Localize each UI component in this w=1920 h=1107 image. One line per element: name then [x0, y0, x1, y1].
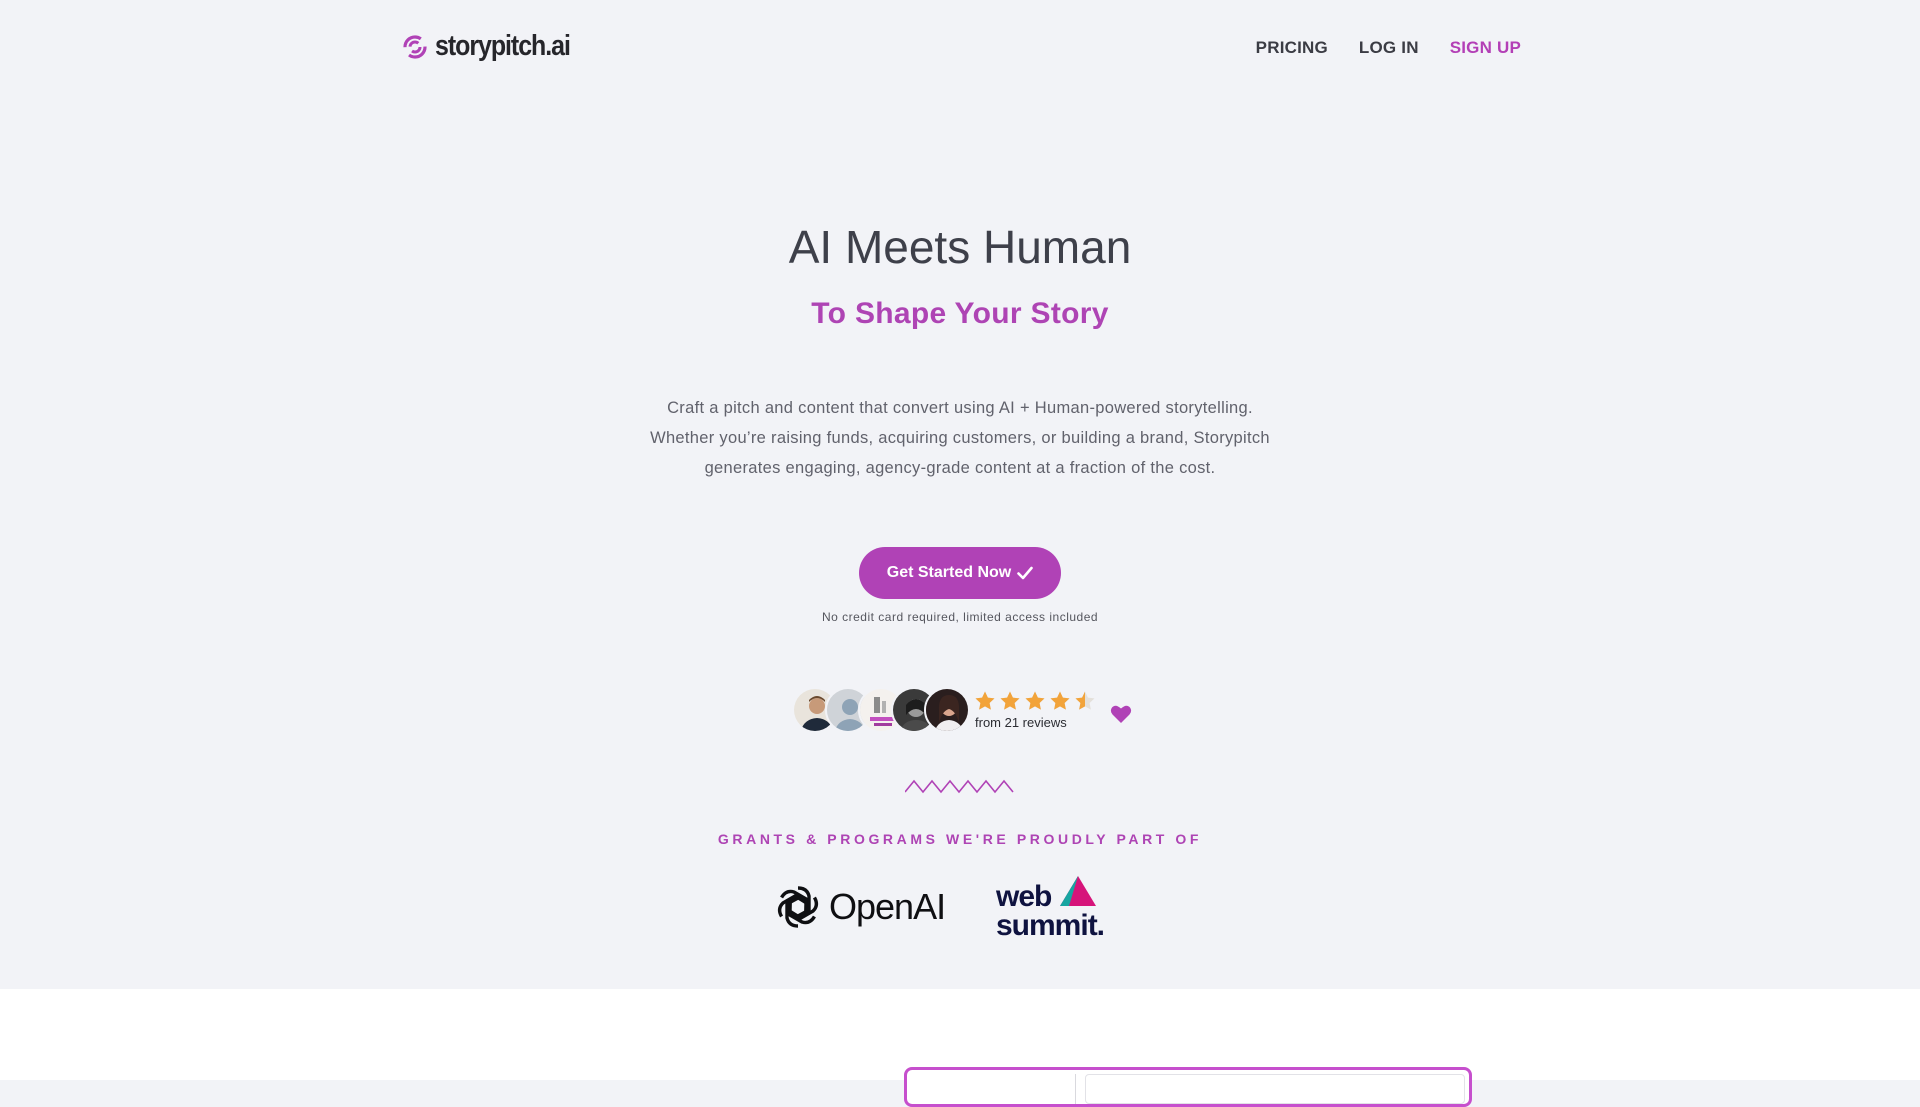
heart-icon — [1110, 705, 1132, 723]
main-nav: PRICING LOG IN SIGN UP — [1256, 38, 1521, 58]
openai-wordmark: OpenAI — [829, 886, 946, 927]
star-icon — [1000, 691, 1020, 710]
reviewer-avatars — [792, 687, 974, 733]
preview-field — [1085, 1074, 1465, 1104]
star-icon — [975, 691, 995, 710]
openai-logo: OpenAI — [773, 880, 946, 934]
star-icon — [1025, 691, 1045, 710]
nav-pricing-link[interactable]: PRICING — [1256, 38, 1328, 58]
zigzag-divider — [905, 779, 1014, 794]
reviews-summary: from 21 reviews — [792, 682, 1132, 738]
cta-note: No credit card required, limited access … — [821, 610, 1099, 624]
review-count: from 21 reviews — [975, 715, 1067, 730]
star-icon — [1050, 691, 1070, 710]
hero-description: Craft a pitch and content that convert u… — [620, 393, 1300, 483]
star-icon — [1075, 691, 1095, 710]
openai-icon — [777, 886, 819, 928]
websummit-wordmark-summit: summit. — [996, 909, 1104, 938]
hero-subtitle: To Shape Your Story — [811, 297, 1109, 330]
preview-divider — [1075, 1074, 1076, 1104]
site-header: storypitch.ai PRICING LOG IN SIGN UP — [0, 0, 1920, 98]
hero-description-line: Whether you’re raising funds, acquiring … — [650, 429, 1270, 447]
nav-login-link[interactable]: LOG IN — [1359, 38, 1419, 58]
hero-description-line: generates engaging, agency-grade content… — [704, 459, 1216, 477]
stars-row — [974, 690, 1096, 712]
grants-heading: GRANTS & PROGRAMS WE'RE PROUDLY PART OF — [717, 831, 1203, 847]
checkmark-icon — [1017, 566, 1034, 580]
star-rating: from 21 reviews — [974, 690, 1096, 730]
avatar — [924, 687, 970, 733]
nav-signup-link[interactable]: SIGN UP — [1450, 38, 1521, 58]
brand-name: storypitch.ai — [435, 30, 571, 62]
product-preview-window — [904, 1067, 1472, 1107]
brand-logo[interactable]: storypitch.ai — [402, 30, 592, 63]
hero-description-line: Craft a pitch and content that convert u… — [667, 399, 1253, 417]
storypitch-logo-icon — [403, 34, 427, 59]
get-started-button[interactable]: Get Started Now — [859, 547, 1061, 599]
get-started-label: Get Started Now — [886, 564, 1012, 581]
websummit-logo: web summit. — [996, 876, 1105, 938]
hero-title: AI Meets Human — [788, 221, 1132, 273]
